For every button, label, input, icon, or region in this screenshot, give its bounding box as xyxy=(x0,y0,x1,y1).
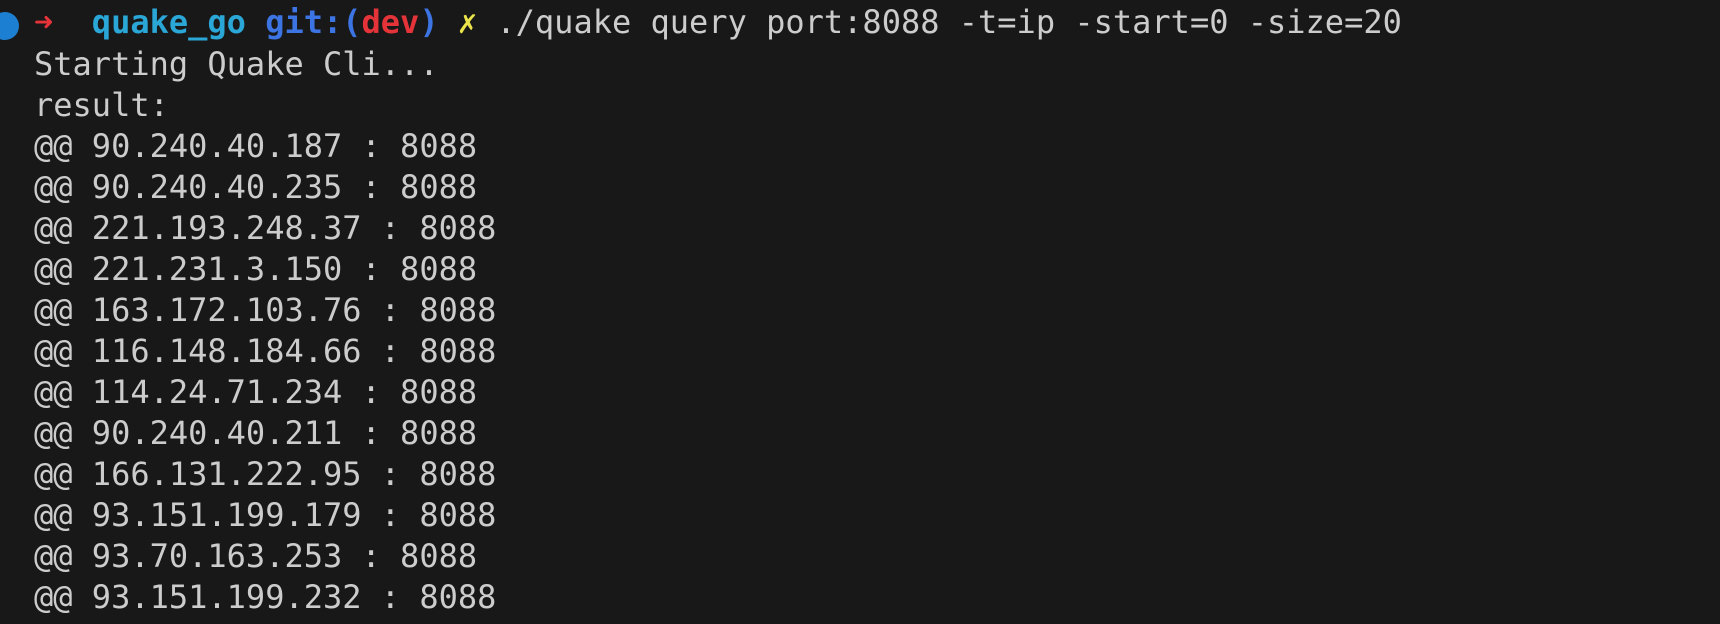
output-line: @@ 221.231.3.150 : 8088 xyxy=(34,250,478,288)
output-line: @@ 90.240.40.211 : 8088 xyxy=(34,414,478,452)
output-line: @@ 166.131.222.95 : 8088 xyxy=(34,455,497,493)
output-line: @@ 93.70.163.253 : 8088 xyxy=(34,537,478,575)
prompt-arrow-icon: ➜ xyxy=(34,3,54,41)
output-line: @@ 90.240.40.235 : 8088 xyxy=(34,168,478,206)
current-directory: quake_go xyxy=(91,3,246,41)
git-label-close: ) xyxy=(419,3,439,41)
git-label: git:( xyxy=(265,3,362,41)
command-text: ./quake query port:8088 -t=ip -start=0 -… xyxy=(496,3,1402,41)
output-line: @@ 114.24.71.234 : 8088 xyxy=(34,373,478,411)
output-line: @@ 93.151.199.179 : 8088 xyxy=(34,496,497,534)
output-line: Starting Quake Cli... xyxy=(34,45,439,83)
command-prompt: ➜ quake_go git:(dev) ✗ ./quake query por… xyxy=(34,2,1402,43)
output-line: @@ 93.151.199.232 : 8088 xyxy=(34,578,497,616)
output-line: result: xyxy=(34,86,169,124)
output-line: @@ 163.172.103.76 : 8088 xyxy=(34,291,497,329)
command-output: Starting Quake Cli... result: @@ 90.240.… xyxy=(34,44,496,618)
output-line: @@ 90.240.40.187 : 8088 xyxy=(34,127,478,165)
terminal-window[interactable]: ➜ quake_go git:(dev) ✗ ./quake query por… xyxy=(0,0,1720,624)
output-line: @@ 221.193.248.37 : 8088 xyxy=(34,209,497,247)
dirty-marker-icon: ✗ xyxy=(457,3,478,41)
git-branch: dev xyxy=(361,3,420,41)
output-line: @@ 116.148.184.66 : 8088 xyxy=(34,332,497,370)
command-status-indicator xyxy=(0,12,19,40)
